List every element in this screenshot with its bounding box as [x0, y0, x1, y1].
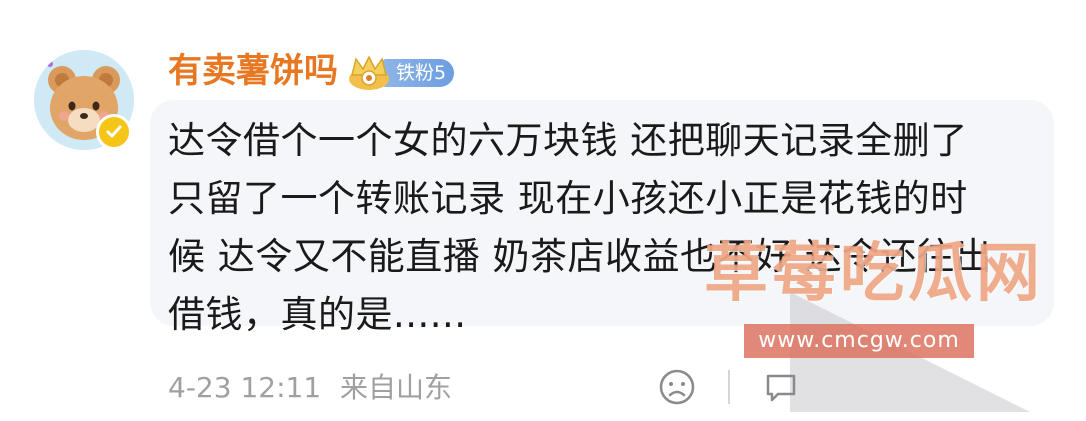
verified-icon	[96, 114, 132, 150]
crown-icon	[349, 55, 389, 90]
comment-time: 4-23 12:11	[168, 371, 322, 404]
comment-line: 只留了一个转账记录 现在小孩还小正是花钱的时	[168, 177, 968, 220]
comment-line: 达令借个一个女的六万块钱 还把聊天记录全删了	[168, 119, 968, 162]
comment-icon[interactable]	[764, 370, 798, 404]
face-emoji-icon[interactable]	[658, 368, 696, 406]
comment-source: 来自山东	[340, 371, 453, 404]
action-divider	[728, 370, 730, 404]
comment-meta: 4-23 12:11 来自山东	[168, 368, 452, 408]
fan-badge-label: 铁粉5	[382, 59, 455, 87]
username[interactable]: 有卖薯饼吗	[168, 48, 338, 94]
fan-level-badge[interactable]: 铁粉5	[346, 55, 455, 90]
watermark-url: www.cmcgw.com	[744, 324, 974, 358]
comment-card: 有卖薯饼吗 铁粉5 达令借个一个女的六万块钱 还把聊天记录全删了 只留了一个转账…	[0, 0, 1086, 421]
